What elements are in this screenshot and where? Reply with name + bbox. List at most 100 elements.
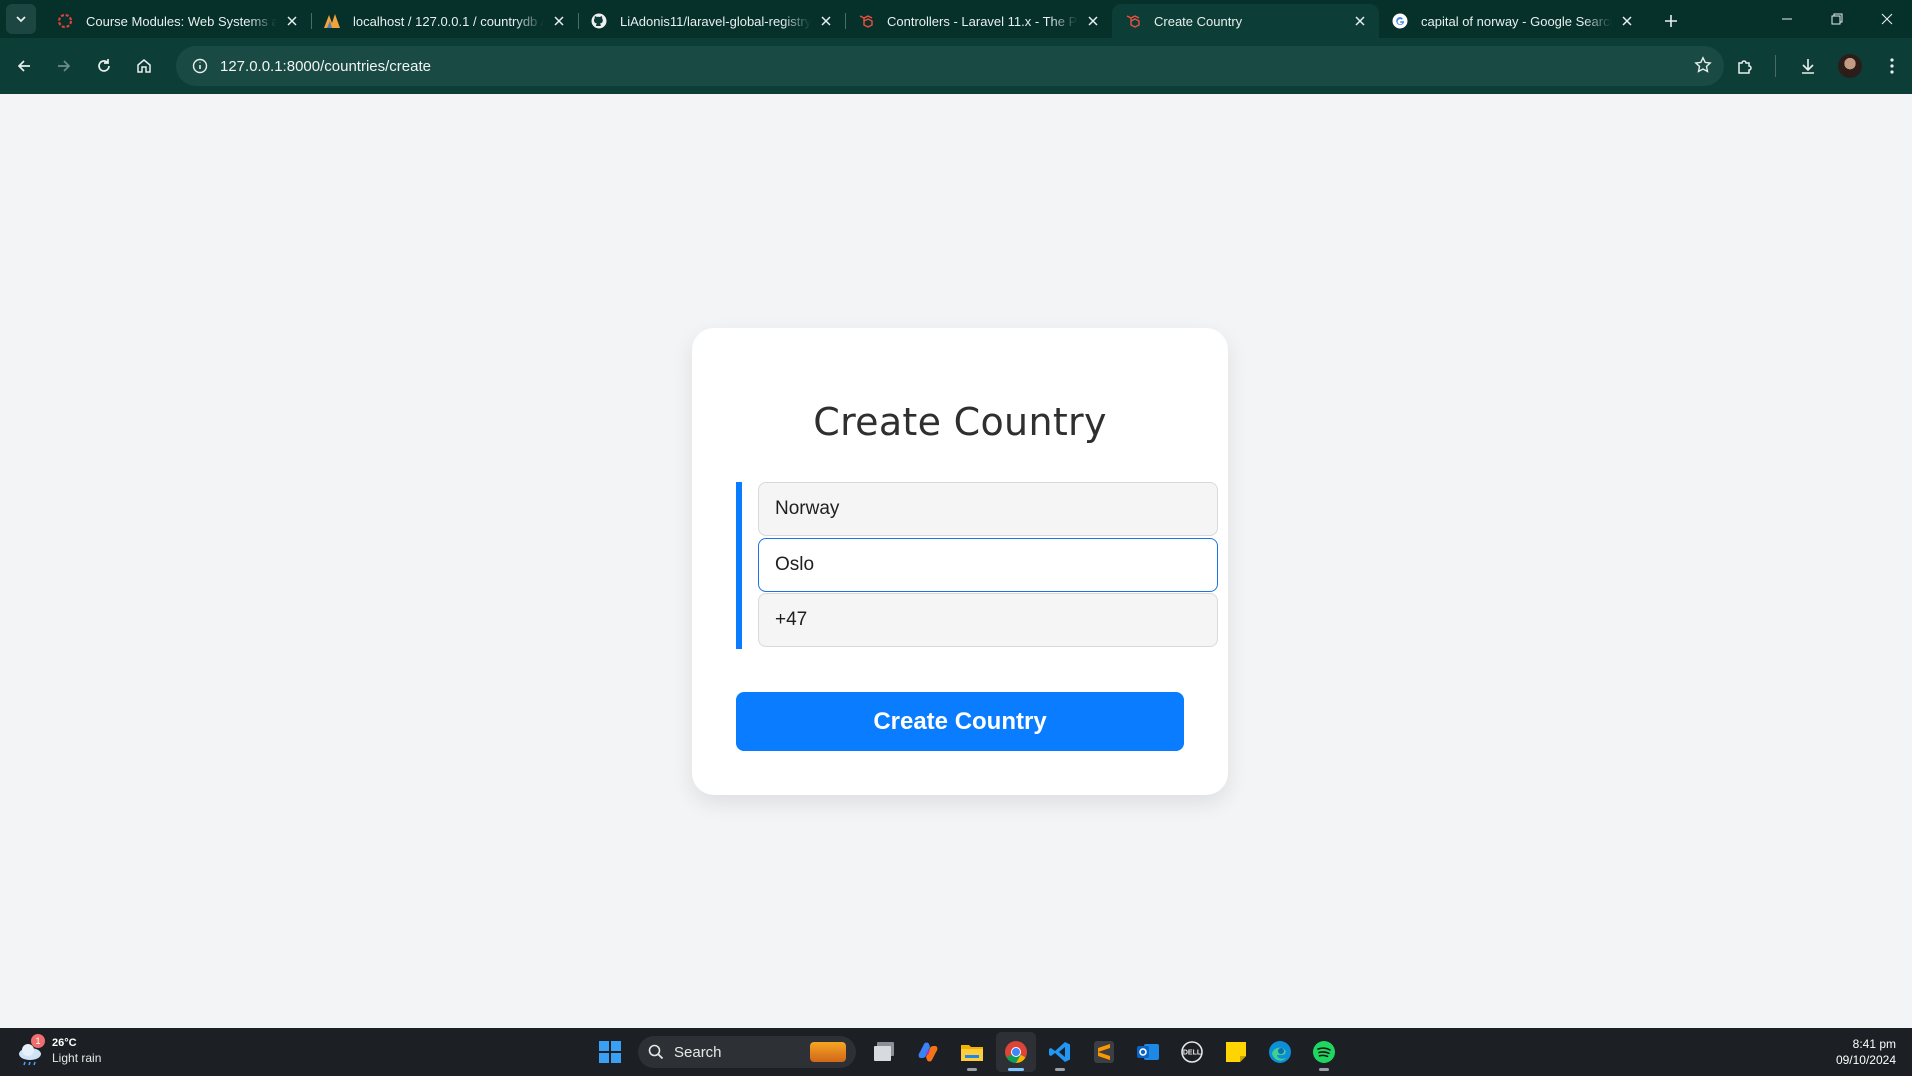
outlook-button[interactable]: [1128, 1032, 1168, 1072]
tab-search-button[interactable]: [6, 4, 36, 34]
tab-title: localhost / 127.0.0.1 / countrydb /: [353, 13, 544, 29]
outlook-icon: [1137, 1044, 1159, 1060]
dell-button[interactable]: DELL: [1172, 1032, 1212, 1072]
tab-title: LiAdonis11/laravel-global-registry: [620, 13, 811, 29]
weather-widget[interactable]: 1 26°C Light rain: [16, 1034, 101, 1066]
windows-taskbar: 1 26°C Light rain Search DELL 8:41 pm 09…: [0, 1028, 1912, 1076]
taskbar-search-label: Search: [674, 1043, 722, 1061]
tab-github[interactable]: LiAdonis11/laravel-global-registry: [578, 4, 845, 38]
new-tab-button[interactable]: [1654, 4, 1688, 38]
forward-button[interactable]: [44, 46, 84, 86]
close-icon[interactable]: [1084, 12, 1102, 30]
clock-time: 8:41 pm: [1852, 1037, 1896, 1051]
country-name-input[interactable]: [758, 482, 1218, 536]
sticky-notes-button[interactable]: [1216, 1032, 1256, 1072]
page-title: Create Country: [813, 400, 1107, 444]
running-indicator: [1008, 1068, 1024, 1071]
file-explorer-icon: [961, 1045, 983, 1061]
avatar: [1838, 54, 1862, 78]
weather-temp: 26°C: [52, 1037, 77, 1049]
back-button[interactable]: [4, 46, 44, 86]
edge-button[interactable]: [1260, 1032, 1300, 1072]
capital-input[interactable]: [758, 537, 1218, 592]
tab-laravel-docs[interactable]: Controllers - Laravel 11.x - The PHP: [845, 4, 1112, 38]
file-explorer-button[interactable]: [952, 1032, 992, 1072]
sublime-text-icon: [1094, 1041, 1114, 1063]
tab-title: capital of norway - Google Search: [1421, 13, 1612, 29]
task-view-button[interactable]: [864, 1032, 904, 1072]
tab-create-country[interactable]: Create Country: [1112, 4, 1379, 38]
kebab-menu-icon: [1890, 58, 1894, 74]
download-icon: [1802, 59, 1814, 74]
menu-button[interactable]: [1872, 46, 1912, 86]
address-url[interactable]: 127.0.0.1:8000/countries/create: [220, 58, 431, 75]
spotify-button[interactable]: [1304, 1032, 1344, 1072]
reload-button[interactable]: [84, 46, 124, 86]
canvas-icon: [56, 12, 74, 30]
arrow-left-icon: [17, 60, 30, 72]
copilot-icon: [918, 1042, 938, 1062]
vscode-button[interactable]: [1040, 1032, 1080, 1072]
tab-course-modules[interactable]: Course Modules: Web Systems and: [44, 4, 311, 38]
edge-icon: [1269, 1041, 1291, 1063]
vscode-icon: [1049, 1042, 1070, 1062]
laravel-icon: [857, 12, 875, 30]
tab-title: Course Modules: Web Systems and: [86, 13, 277, 29]
bookmark-star-icon[interactable]: [1694, 56, 1712, 79]
copilot-button[interactable]: [908, 1032, 948, 1072]
system-clock[interactable]: 8:41 pm 09/10/2024: [1836, 1036, 1896, 1068]
close-icon[interactable]: [283, 12, 301, 30]
browser-toolbar: 127.0.0.1:8000/countries/create: [0, 38, 1912, 94]
profile-button[interactable]: [1830, 46, 1870, 86]
taskbar-search[interactable]: Search: [638, 1036, 856, 1068]
restore-button[interactable]: [1812, 0, 1862, 38]
sticky-notes-icon: [1226, 1042, 1246, 1062]
running-indicator: [967, 1068, 977, 1071]
address-bar[interactable]: 127.0.0.1:8000/countries/create: [176, 46, 1724, 86]
dell-icon: DELL: [1181, 1041, 1203, 1063]
search-highlight-icon: [810, 1042, 846, 1062]
close-window-button[interactable]: [1862, 0, 1912, 38]
minimize-button[interactable]: [1762, 0, 1812, 38]
site-info-icon[interactable]: [180, 58, 220, 74]
close-icon: [1881, 13, 1893, 25]
create-country-button[interactable]: Create Country: [736, 692, 1184, 751]
minimize-icon: [1782, 18, 1792, 20]
phpmyadmin-icon: [323, 12, 341, 30]
toolbar-divider: [1775, 55, 1776, 77]
chrome-button[interactable]: [996, 1032, 1036, 1072]
tab-phpmyadmin[interactable]: localhost / 127.0.0.1 / countrydb /: [311, 4, 578, 38]
restore-icon: [1831, 13, 1843, 25]
windows-start-icon: [599, 1041, 621, 1063]
chrome-icon: [1005, 1041, 1027, 1063]
close-icon[interactable]: [1618, 12, 1636, 30]
notification-badge: 1: [31, 1034, 45, 1048]
close-icon[interactable]: [550, 12, 568, 30]
google-icon: [1391, 12, 1409, 30]
cloud-rain-icon: 1: [16, 1034, 46, 1066]
windows-start-button[interactable]: [590, 1032, 630, 1072]
tab-title: Controllers - Laravel 11.x - The PHP: [887, 13, 1078, 29]
search-icon: [648, 1044, 664, 1060]
tab-strip: Course Modules: Web Systems and localhos…: [0, 0, 1912, 38]
laravel-icon: [1124, 12, 1142, 30]
puzzle-icon: [1738, 60, 1752, 74]
tab-google-search[interactable]: capital of norway - Google Search: [1379, 4, 1646, 38]
task-view-icon: [874, 1042, 894, 1061]
arrow-right-icon: [58, 60, 71, 72]
sublime-text-button[interactable]: [1084, 1032, 1124, 1072]
running-indicator: [1319, 1068, 1329, 1071]
create-country-card: Create Country Create Country: [692, 328, 1228, 795]
form-fields: [736, 482, 1218, 649]
downloads-button[interactable]: [1788, 46, 1828, 86]
extensions-button[interactable]: [1725, 46, 1765, 86]
chevron-down-icon: [16, 16, 26, 23]
svg-text:DELL: DELL: [1183, 1050, 1202, 1057]
dial-code-input[interactable]: [758, 593, 1218, 647]
clock-date: 09/10/2024: [1835, 1053, 1896, 1067]
reload-icon: [98, 59, 110, 72]
tab-title: Create Country: [1154, 13, 1243, 29]
close-icon[interactable]: [1351, 12, 1369, 30]
home-button[interactable]: [124, 46, 164, 86]
close-icon[interactable]: [817, 12, 835, 30]
